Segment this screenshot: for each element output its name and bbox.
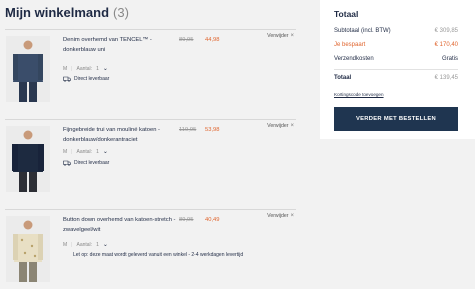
shipping-value: Gratis <box>441 56 458 62</box>
truck-icon <box>63 76 71 82</box>
product-image[interactable] <box>6 216 50 282</box>
remove-button[interactable]: Verwijder × <box>267 123 294 129</box>
page-title-text: Mijn winkelmand <box>5 5 110 20</box>
add-coupon-link[interactable]: Kortingscode toevoegen <box>334 92 384 97</box>
quantity-label: Aantal: <box>76 65 93 72</box>
total-value: € 139,45 <box>434 75 458 81</box>
close-icon: × <box>290 33 294 39</box>
checkout-button[interactable]: VERDER MET BESTELLEN <box>334 107 458 131</box>
order-summary: Totaal Subtotaal (incl. BTW) € 309,85 Je… <box>320 0 475 139</box>
cart-item: Fijngebreide trui van mouliné katoen - d… <box>5 119 296 209</box>
remove-button[interactable]: Verwijder × <box>267 213 294 219</box>
product-name[interactable]: Button down overhemd van katoen-stretch … <box>63 216 183 235</box>
quantity-value[interactable]: 1 <box>96 149 99 155</box>
summary-title: Totaal <box>334 9 359 19</box>
item-options: M | Aantal: 1 ⌄ <box>63 241 108 249</box>
shipping-row: Verzendkosten Gratis <box>334 56 458 62</box>
availability-text: Direct leverbaar <box>74 76 110 82</box>
sale-price: 53,98 <box>205 127 220 133</box>
remove-label: Verwijder <box>267 123 289 129</box>
size-value: M <box>63 148 68 155</box>
divider: | <box>71 65 73 72</box>
old-price: 119,95 <box>179 127 197 133</box>
product-image[interactable] <box>6 126 50 192</box>
page-title: Mijn winkelmand (3) <box>5 5 129 20</box>
product-name[interactable]: Fijngebreide trui van mouliné katoen - d… <box>63 126 183 145</box>
quantity-value[interactable]: 1 <box>96 242 99 248</box>
subtotal-row: Subtotaal (incl. BTW) € 309,85 <box>334 28 458 34</box>
cart-items: Denim overhemd van TENCEL™ - donkerblauw… <box>5 29 296 289</box>
cart-count: (3) <box>113 5 129 20</box>
remove-button[interactable]: Verwijder × <box>267 33 294 39</box>
close-icon: × <box>290 213 294 219</box>
availability: Direct leverbaar <box>63 160 109 166</box>
delivery-note: Let op: deze maat wordt geleverd vanuit … <box>73 252 244 258</box>
size-value: M <box>63 65 68 72</box>
chevron-down-icon[interactable]: ⌄ <box>103 148 108 155</box>
item-options: M | Aantal: 1 ⌄ <box>63 148 108 156</box>
total-label: Totaal <box>334 75 352 81</box>
divider: | <box>71 148 73 155</box>
old-price: 89,95 <box>179 37 194 43</box>
sale-price: 40,49 <box>205 217 220 223</box>
remove-label: Verwijder <box>267 213 289 219</box>
sale-price: 44,98 <box>205 37 220 43</box>
quantity-value[interactable]: 1 <box>96 66 99 72</box>
size-value: M <box>63 241 68 248</box>
close-icon: × <box>290 123 294 129</box>
availability-text: Direct leverbaar <box>74 160 110 166</box>
truck-icon <box>63 160 71 166</box>
product-name[interactable]: Denim overhemd van TENCEL™ - donkerblauw… <box>63 36 183 55</box>
old-price: 89,95 <box>179 217 194 223</box>
cart-item: Button down overhemd van katoen-stretch … <box>5 209 296 289</box>
subtotal-value: € 309,85 <box>434 28 458 34</box>
divider: | <box>71 241 73 248</box>
item-options: M | Aantal: 1 ⌄ <box>63 65 108 73</box>
chevron-down-icon[interactable]: ⌄ <box>103 241 108 248</box>
chevron-down-icon[interactable]: ⌄ <box>103 65 108 72</box>
savings-value: € 170,40 <box>434 42 458 48</box>
divider <box>334 69 458 70</box>
subtotal-label: Subtotaal (incl. BTW) <box>334 28 391 34</box>
savings-label: Je bespaart <box>334 42 366 48</box>
quantity-label: Aantal: <box>76 148 93 155</box>
savings-row: Je bespaart € 170,40 <box>334 42 458 48</box>
remove-label: Verwijder <box>267 33 289 39</box>
shipping-label: Verzendkosten <box>334 56 374 62</box>
total-row: Totaal € 139,45 <box>334 75 458 81</box>
quantity-label: Aantal: <box>76 241 93 248</box>
cart-item: Denim overhemd van TENCEL™ - donkerblauw… <box>5 29 296 119</box>
product-image[interactable] <box>6 36 50 102</box>
availability: Direct leverbaar <box>63 76 109 82</box>
